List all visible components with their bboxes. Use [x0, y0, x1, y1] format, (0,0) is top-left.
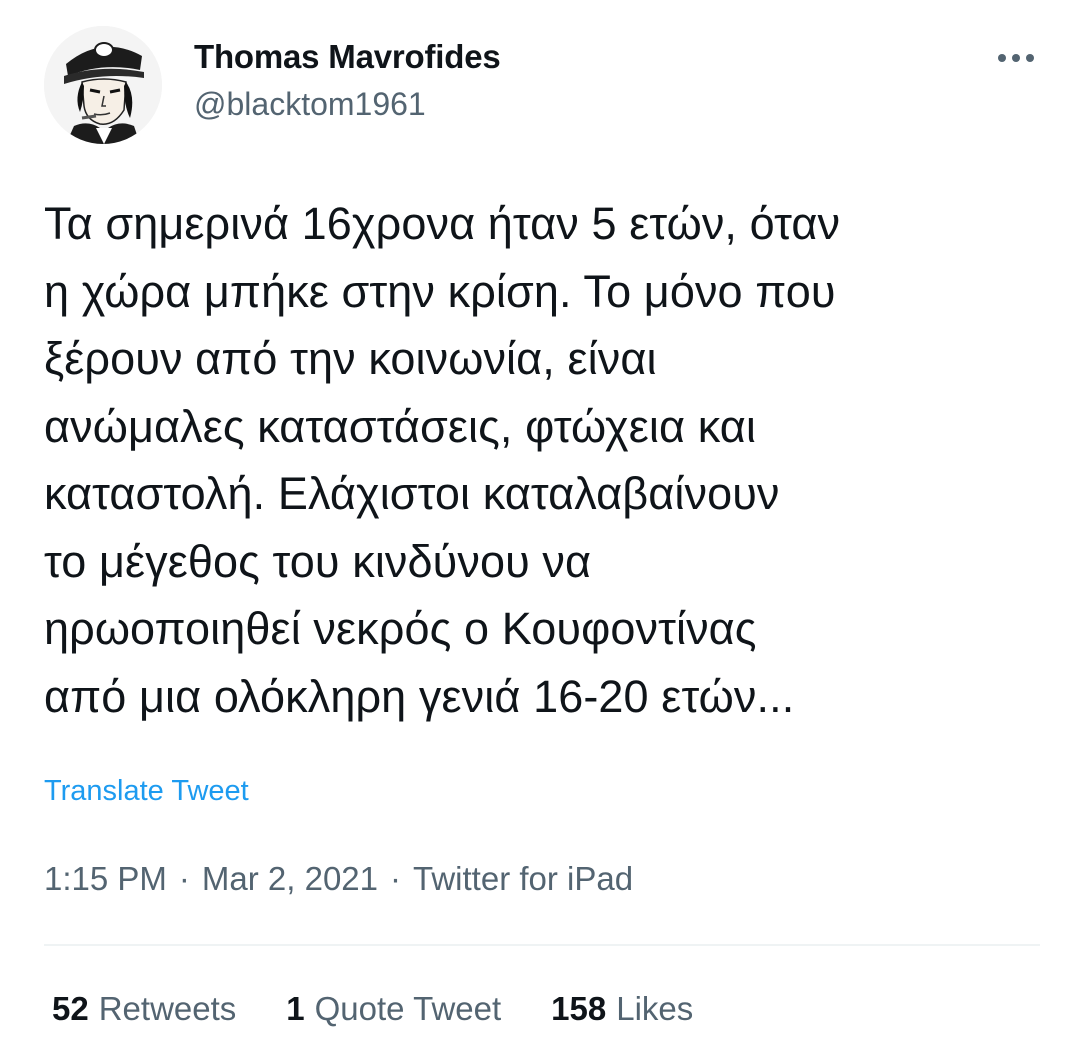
more-options-button[interactable]	[988, 38, 1044, 78]
divider	[44, 944, 1040, 946]
likes-stat[interactable]: 158 Likes	[551, 990, 693, 1028]
retweets-count: 52	[52, 990, 89, 1027]
engagement-stats: 52 Retweets 1 Quote Tweet 158 Likes	[52, 990, 743, 1028]
likes-count: 158	[551, 990, 607, 1027]
meta-separator: ·	[178, 860, 190, 897]
tweet-time[interactable]: 1:15 PM	[44, 860, 167, 898]
more-horizontal-icon	[998, 54, 1034, 62]
tweet-date[interactable]: Mar 2, 2021	[202, 860, 378, 898]
translate-tweet-link[interactable]: Translate Tweet	[44, 775, 249, 808]
retweets-stat[interactable]: 52 Retweets	[52, 990, 236, 1028]
quote-tweets-label: Quote Tweet	[314, 990, 502, 1027]
tweet-source[interactable]: Twitter for iPad	[413, 860, 633, 898]
quote-tweets-stat[interactable]: 1 Quote Tweet	[286, 990, 501, 1028]
tweet-metadata: 1:15 PM · Mar 2, 2021 · Twitter for iPad	[44, 860, 633, 898]
likes-label: Likes	[616, 990, 694, 1027]
tweet-text: Τα σημερινά 16χρονα ήταν 5 ετών, όταν η …	[44, 198, 841, 722]
retweets-label: Retweets	[98, 990, 237, 1027]
user-handle[interactable]: @blacktom1961	[194, 86, 426, 123]
display-name[interactable]: Thomas Mavrofides	[194, 38, 501, 76]
avatar-illustration	[44, 26, 162, 144]
meta-separator: ·	[390, 860, 402, 897]
avatar[interactable]	[44, 26, 162, 144]
quote-tweets-count: 1	[286, 990, 305, 1027]
